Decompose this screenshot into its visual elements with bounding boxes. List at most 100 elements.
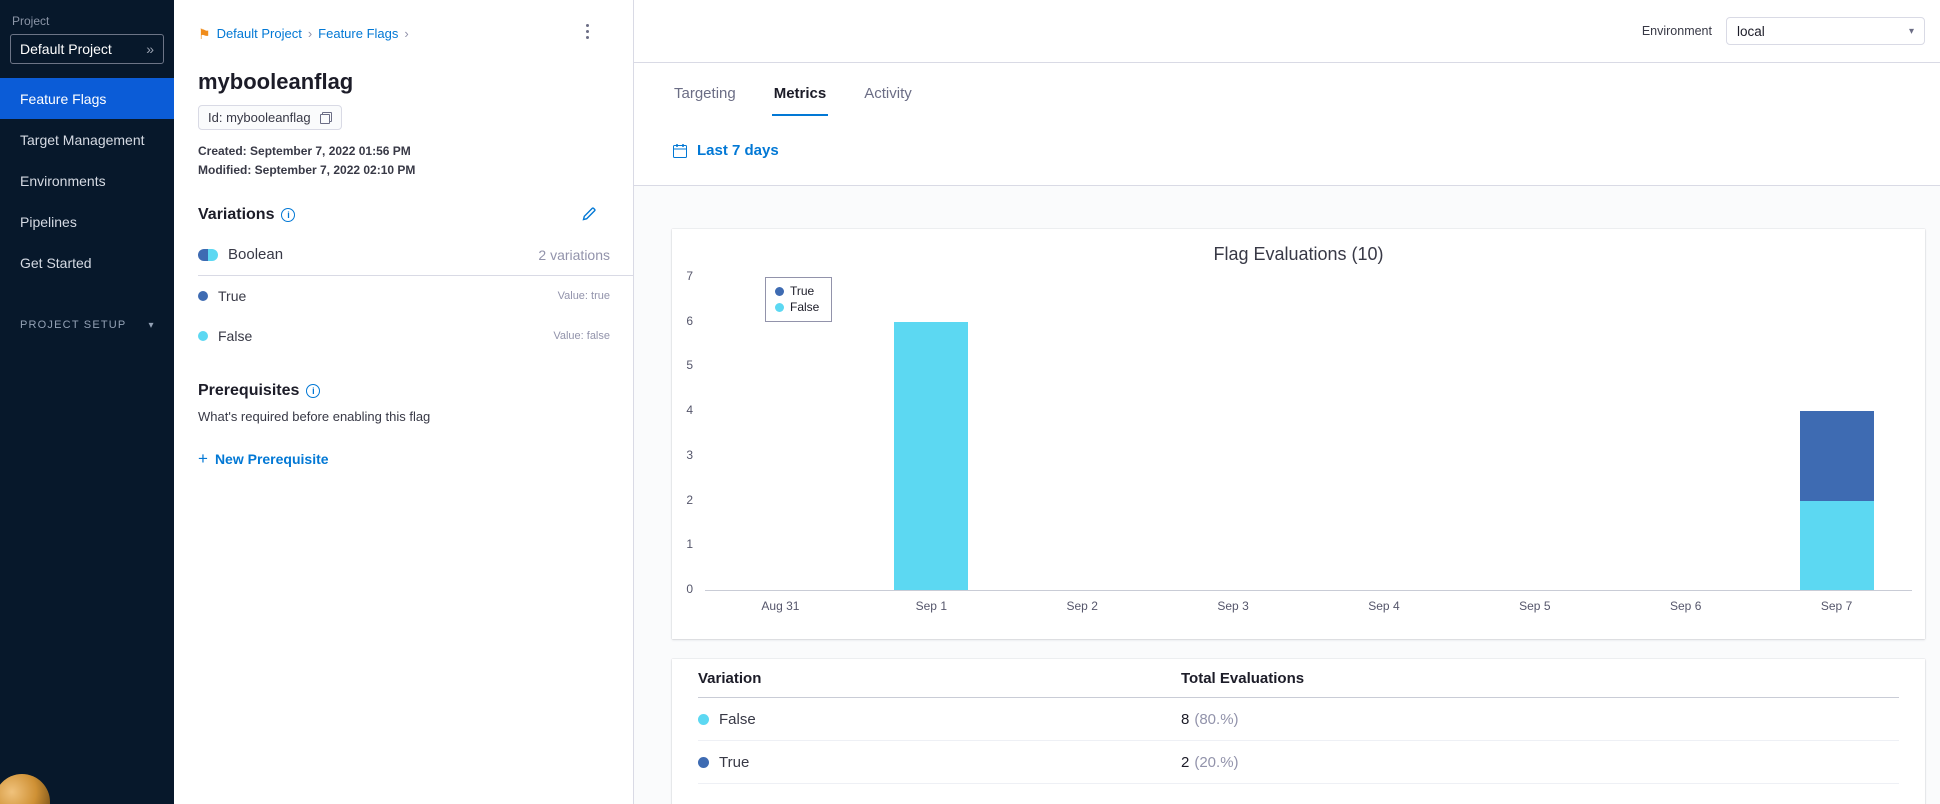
new-prerequisite-button[interactable]: + New Prerequisite (198, 450, 329, 467)
chevron-down-icon: ▾ (148, 319, 155, 331)
y-tick-label: 5 (686, 358, 693, 373)
table-header: Variation Total Evaluations (698, 659, 1899, 698)
variation-cell: True (698, 754, 1181, 771)
flag-detail-panel: ⚑ Default Project › Feature Flags › mybo… (174, 0, 634, 804)
x-tick-label: Aug 31 (761, 599, 800, 613)
variation-color-dot (198, 291, 208, 301)
x-tick-label: Sep 1 (915, 599, 947, 613)
variation-name: True (719, 753, 750, 771)
project-selector[interactable]: Default Project » (10, 34, 164, 64)
variation-row-false: False Value: false (198, 316, 633, 356)
legend-label: True (790, 284, 815, 298)
flag-id-text: Id: mybooleanflag (208, 110, 311, 125)
y-tick-label: 0 (686, 582, 693, 596)
evaluation-percent: (20.%) (1194, 753, 1239, 771)
variation-cell: False (698, 711, 1181, 728)
chart-x-axis: Aug 31 Sep 1 Sep 2 Sep 3 Sep 4 Sep 5 Sep 6 Sep … (705, 590, 1912, 616)
flag-icon: ⚑ (198, 25, 211, 42)
date-range-button[interactable]: Last 7 days (672, 142, 779, 159)
bar-true-sep-7 (1799, 411, 1874, 501)
pencil-icon (582, 207, 596, 221)
bar-false-sep-7 (1799, 500, 1874, 590)
sidebar-item-feature-flags[interactable]: Feature Flags (0, 78, 174, 119)
app-root: Project Default Project » Feature Flags T… (0, 0, 1940, 804)
legend-dot (775, 286, 784, 296)
variations-heading-row: Variations (198, 206, 633, 224)
environment-value: local (1737, 23, 1765, 39)
y-tick-label: 4 (686, 403, 693, 418)
created-date: Created: September 7, 2022 01:56 PM (198, 144, 411, 158)
project-selector-value: Default Project (20, 41, 112, 57)
variation-name: False (719, 710, 756, 728)
help-beacon[interactable] (0, 774, 50, 804)
y-tick-label: 3 (686, 447, 693, 462)
evaluations-cell: 2 (20.%) (1181, 754, 1239, 771)
metrics-content: Flag Evaluations (10) 0 1 2 3 4 5 6 7 True False… (634, 186, 1940, 804)
breadcrumb: ⚑ Default Project › Feature Flags › (198, 26, 633, 41)
modified-date: Modified: September 7, 2022 02:10 PM (198, 163, 416, 177)
tab-metrics[interactable]: Metrics (771, 85, 829, 116)
edit-variations-button[interactable] (581, 206, 597, 222)
chevron-right-icon: › (404, 26, 409, 41)
prerequisites-description: What's required before enabling this fla… (198, 409, 431, 424)
tab-targeting[interactable]: Targeting (672, 85, 738, 116)
chart-legend: True False (765, 277, 833, 322)
x-tick-label: Sep 7 (1820, 599, 1853, 613)
boolean-type-icon (198, 248, 218, 261)
info-icon[interactable] (281, 208, 296, 222)
y-tick-label: 6 (686, 313, 693, 328)
column-total-evaluations: Total Evaluations (1181, 669, 1305, 687)
variation-type-label: Boolean (228, 246, 284, 263)
evaluation-percent: (80.%) (1194, 710, 1239, 728)
prerequisites-heading: Prerequisites (198, 382, 300, 399)
flag-title: mybooleanflag (198, 69, 354, 94)
sidebar-item-environments[interactable]: Environments (0, 160, 174, 201)
chart-card: Flag Evaluations (10) 0 1 2 3 4 5 6 7 True False… (672, 229, 1925, 639)
project-setup-toggle[interactable]: PROJECT SETUP ▾ (0, 319, 174, 331)
y-tick-label: 7 (686, 269, 693, 283)
breadcrumb-feature-flags[interactable]: Feature Flags (318, 26, 398, 41)
bar-false-sep-1 (894, 321, 969, 590)
x-tick-label: Sep 5 (1519, 599, 1551, 613)
info-icon[interactable] (306, 384, 321, 398)
x-tick-label: Sep 3 (1217, 599, 1249, 613)
sidebar-item-pipelines[interactable]: Pipelines (0, 201, 174, 242)
column-variation: Variation (698, 669, 762, 687)
table-rows: False 8 (80.%) True 2 (20.%) (698, 698, 1899, 784)
variation-type-row: Boolean 2 variations (198, 246, 633, 276)
tab-bar: Targeting Metrics Activity (634, 63, 1940, 116)
breadcrumb-project[interactable]: Default Project (217, 26, 302, 41)
date-range-toolbar: Last 7 days (634, 116, 1940, 186)
double-chevron-icon: » (146, 41, 154, 57)
table-row-true: True 2 (20.%) (698, 741, 1899, 784)
variation-row-true: True Value: true (198, 276, 633, 316)
environment-header: Environment local ▾ (634, 0, 1940, 63)
variation-value: Value: false (553, 330, 610, 342)
sidebar-item-target-management[interactable]: Target Management (0, 119, 174, 160)
tab-activity[interactable]: Activity (862, 85, 914, 116)
copy-icon[interactable] (319, 111, 332, 124)
sidebar: Project Default Project » Feature Flags T… (0, 0, 174, 804)
main-panel: Environment local ▾ Targeting Metrics Acti… (634, 0, 1940, 804)
chart-title: Flag Evaluations (10) (1213, 244, 1384, 264)
evaluation-count: 8 (1181, 710, 1190, 728)
chevron-right-icon: › (307, 26, 313, 41)
legend-item-false: False (775, 299, 819, 315)
table-row-false: False 8 (80.%) (698, 698, 1899, 741)
flag-id-chip[interactable]: Id: mybooleanflag (198, 105, 342, 130)
project-setup-label: PROJECT SETUP (20, 319, 127, 331)
more-options-button[interactable] (582, 20, 593, 43)
evaluation-count: 2 (1181, 753, 1190, 771)
new-prerequisite-label: New Prerequisite (214, 450, 329, 467)
flag-meta: Created: September 7, 2022 01:56 PM Modi… (198, 142, 633, 180)
environment-select[interactable]: local ▾ (1726, 17, 1925, 45)
project-label: Project (12, 14, 50, 28)
chart-bars (705, 277, 1912, 590)
legend-dot (775, 302, 784, 312)
evaluations-cell: 8 (80.%) (1181, 711, 1239, 728)
sidebar-item-get-started[interactable]: Get Started (0, 242, 174, 283)
date-range-label: Last 7 days (697, 142, 779, 159)
plus-icon: + (198, 449, 208, 468)
chart-y-axis: 0 1 2 3 4 5 6 7 (672, 269, 698, 596)
variation-name: False (218, 328, 253, 344)
